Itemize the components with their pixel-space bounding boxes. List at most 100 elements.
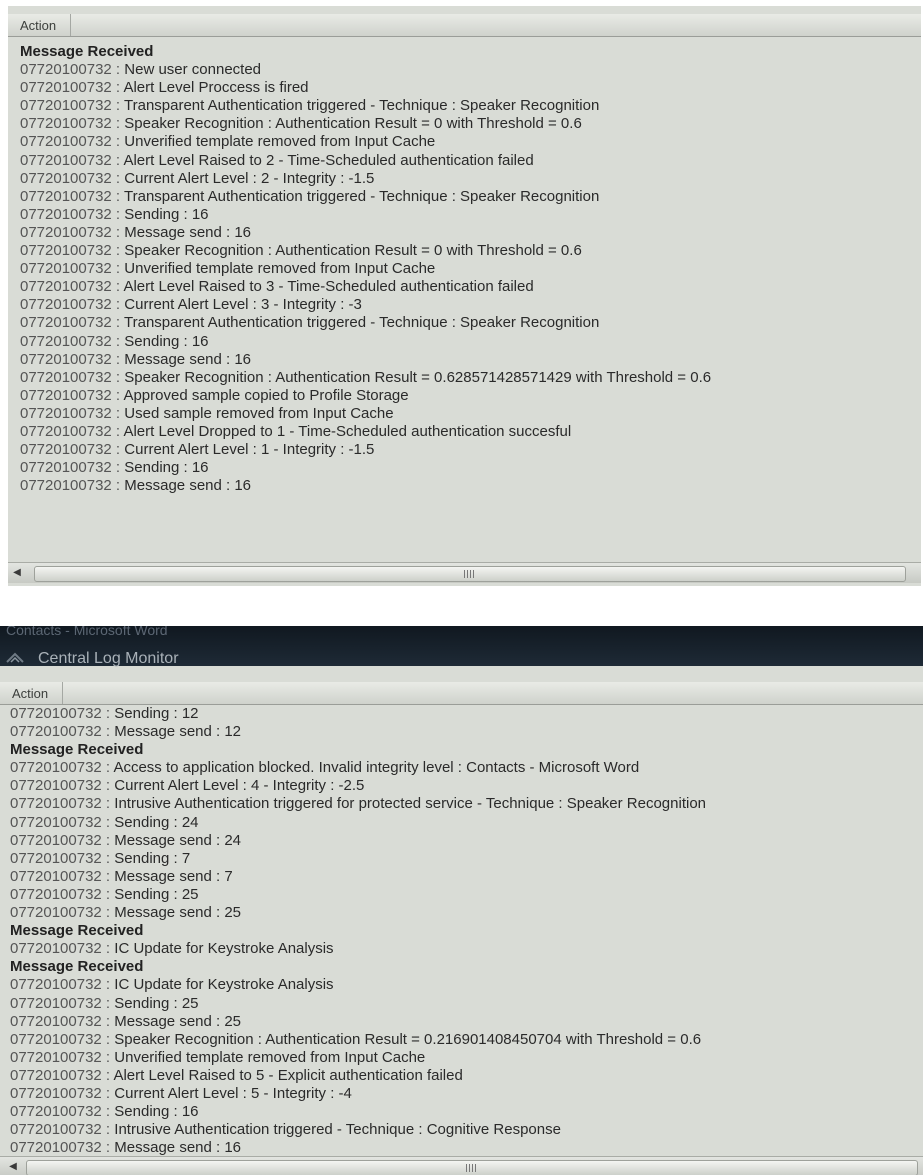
- user-id: 07720100732: [10, 867, 102, 885]
- log-entry[interactable]: 07720100732 : Speaker Recognition : Auth…: [8, 115, 921, 133]
- log-entry[interactable]: 07720100732 : Transparent Authentication…: [8, 97, 921, 115]
- user-id: 07720100732: [10, 994, 102, 1012]
- log-entry[interactable]: 07720100732 : Message send : 12: [0, 723, 923, 741]
- separator: :: [111, 404, 125, 422]
- log-entry[interactable]: 07720100732 : Message send : 25: [0, 904, 923, 922]
- separator: :: [111, 61, 125, 79]
- log-entry[interactable]: 07720100732 : Alert Level Raised to 5 - …: [0, 1067, 923, 1085]
- log-entry[interactable]: 07720100732 : Message send : 16: [8, 351, 921, 369]
- log-entry[interactable]: 07720100732 : Message send : 16: [0, 1139, 923, 1157]
- user-id: 07720100732: [10, 940, 102, 958]
- column-header-action[interactable]: Action: [8, 14, 921, 37]
- log-entry[interactable]: 07720100732 : Alert Level Proccess is fi…: [8, 79, 921, 97]
- log-entry[interactable]: 07720100732 : Current Alert Level : 5 - …: [0, 1085, 923, 1103]
- separator: :: [101, 705, 115, 722]
- log-message: Alert Level Dropped to 1 - Time-Schedule…: [123, 422, 572, 440]
- log-entry[interactable]: 07720100732 : Sending : 16: [8, 459, 921, 477]
- separator: :: [101, 1048, 115, 1066]
- log-entry[interactable]: 07720100732 : Intrusive Authentication t…: [0, 795, 923, 813]
- log-entry[interactable]: Message Received: [8, 43, 921, 61]
- log-message: IC Update for Keystroke Analysis: [114, 976, 334, 994]
- log-entry[interactable]: 07720100732 : Current Alert Level : 2 - …: [8, 170, 921, 188]
- log-entry[interactable]: 07720100732 : Unverified template remove…: [8, 260, 921, 278]
- log-entry[interactable]: 07720100732 : Sending : 16: [0, 1103, 923, 1121]
- log-entry[interactable]: 07720100732 : Unverified template remove…: [8, 133, 921, 151]
- log-entry[interactable]: 07720100732 : Speaker Recognition : Auth…: [8, 369, 921, 387]
- user-id: 07720100732: [20, 205, 112, 223]
- horizontal-scrollbar-top[interactable]: ◀: [8, 562, 921, 583]
- log-entry[interactable]: 07720100732 : Alert Level Raised to 2 - …: [8, 152, 921, 170]
- background-window-title: Contacts - Microsoft Word: [6, 626, 168, 638]
- log-entry[interactable]: 07720100732 : Sending : 25: [0, 995, 923, 1013]
- scroll-left-arrow-icon[interactable]: ◀: [8, 563, 26, 583]
- log-entry[interactable]: 07720100732 : Speaker Recognition : Auth…: [8, 242, 921, 260]
- log-entry[interactable]: 07720100732 : Transparent Authentication…: [8, 314, 921, 332]
- log-entry[interactable]: 07720100732 : Current Alert Level : 4 - …: [0, 777, 923, 795]
- log-message: Approved sample copied to Profile Storag…: [123, 386, 409, 404]
- separator: :: [111, 223, 125, 241]
- user-id: 07720100732: [20, 79, 112, 97]
- separator: :: [101, 1121, 115, 1139]
- log-entry[interactable]: 07720100732 : Used sample removed from I…: [8, 405, 921, 423]
- log-message: Intrusive Authentication triggered - Tec…: [114, 1121, 561, 1139]
- log-entry[interactable]: 07720100732 : Transparent Authentication…: [8, 188, 921, 206]
- log-entry[interactable]: 07720100732 : IC Update for Keystroke An…: [0, 976, 923, 994]
- separator: :: [111, 278, 124, 296]
- log-entry[interactable]: 07720100732 : IC Update for Keystroke An…: [0, 940, 923, 958]
- log-entry[interactable]: 07720100732 : Sending : 16: [8, 206, 921, 224]
- separator: :: [111, 260, 125, 278]
- log-entry[interactable]: 07720100732 : Access to application bloc…: [0, 759, 923, 777]
- central-log-monitor-app-icon: [6, 652, 24, 663]
- log-entry[interactable]: 07720100732 : Speaker Recognition : Auth…: [0, 1031, 923, 1049]
- column-header-action[interactable]: Action: [0, 682, 923, 705]
- log-list-bottom[interactable]: 07720100732 : Sending : 12 07720100732 : …: [0, 705, 923, 1157]
- separator: :: [101, 849, 115, 867]
- scrollbar-thumb[interactable]: [34, 566, 906, 582]
- scroll-left-arrow-icon[interactable]: ◀: [4, 1157, 22, 1175]
- log-list-top[interactable]: Message Received 07720100732 : New user c…: [8, 43, 921, 495]
- separator: :: [111, 332, 125, 350]
- separator: :: [101, 1030, 115, 1048]
- log-entry[interactable]: 07720100732 : Message send : 7: [0, 868, 923, 886]
- horizontal-scrollbar-bottom[interactable]: ◀: [0, 1156, 923, 1175]
- log-entry[interactable]: Message Received: [0, 741, 923, 759]
- log-entry[interactable]: 07720100732 : Current Alert Level : 3 - …: [8, 296, 921, 314]
- log-entry[interactable]: 07720100732 : Alert Level Dropped to 1 -…: [8, 423, 921, 441]
- log-entry[interactable]: 07720100732 : Alert Level Raised to 3 - …: [8, 278, 921, 296]
- log-entry[interactable]: 07720100732 : Sending : 24: [0, 814, 923, 832]
- log-message: Sending : 16: [124, 205, 209, 223]
- log-entry[interactable]: 07720100732 : Sending : 25: [0, 886, 923, 904]
- log-window-bottom: Contacts - Microsoft Word Central Log Mo…: [0, 626, 923, 1175]
- separator: :: [101, 777, 115, 795]
- log-entry[interactable]: Message Received: [0, 922, 923, 940]
- message-received-label: Message Received: [20, 43, 154, 60]
- log-entry[interactable]: 07720100732 : Message send : 25: [0, 1013, 923, 1031]
- user-id: 07720100732: [20, 296, 112, 314]
- column-divider[interactable]: [70, 14, 71, 36]
- log-message: Message send : 16: [124, 477, 252, 495]
- separator: :: [111, 368, 125, 386]
- log-entry[interactable]: 07720100732 : Unverified template remove…: [0, 1049, 923, 1067]
- log-entry[interactable]: 07720100732 : Sending : 12: [0, 705, 923, 723]
- log-message: Intrusive Authentication triggered for p…: [114, 795, 707, 813]
- log-entry[interactable]: 07720100732 : Intrusive Authentication t…: [0, 1121, 923, 1139]
- separator: :: [111, 151, 124, 169]
- log-entry[interactable]: 07720100732 : Sending : 16: [8, 333, 921, 351]
- log-entry[interactable]: 07720100732 : Approved sample copied to …: [8, 387, 921, 405]
- user-id: 07720100732: [20, 97, 112, 115]
- log-entry[interactable]: 07720100732 : Sending : 7: [0, 850, 923, 868]
- log-message: Alert Level Raised to 2 - Time-Scheduled…: [123, 151, 534, 169]
- separator: :: [111, 97, 124, 115]
- column-divider[interactable]: [62, 682, 63, 704]
- log-message: Unverified template removed from Input C…: [114, 1048, 426, 1066]
- log-entry[interactable]: 07720100732 : Message send : 16: [8, 477, 921, 495]
- log-entry[interactable]: Message Received: [0, 958, 923, 976]
- separator: :: [101, 1066, 114, 1084]
- log-entry[interactable]: 07720100732 : Current Alert Level : 1 - …: [8, 441, 921, 459]
- scrollbar-thumb[interactable]: [26, 1160, 918, 1175]
- window-titlebar[interactable]: Contacts - Microsoft Word Central Log Mo…: [0, 626, 923, 667]
- log-entry[interactable]: 07720100732 : New user connected: [8, 61, 921, 79]
- log-entry[interactable]: 07720100732 : Message send : 24: [0, 832, 923, 850]
- log-entry[interactable]: 07720100732 : Message send : 16: [8, 224, 921, 242]
- user-id: 07720100732: [20, 422, 112, 440]
